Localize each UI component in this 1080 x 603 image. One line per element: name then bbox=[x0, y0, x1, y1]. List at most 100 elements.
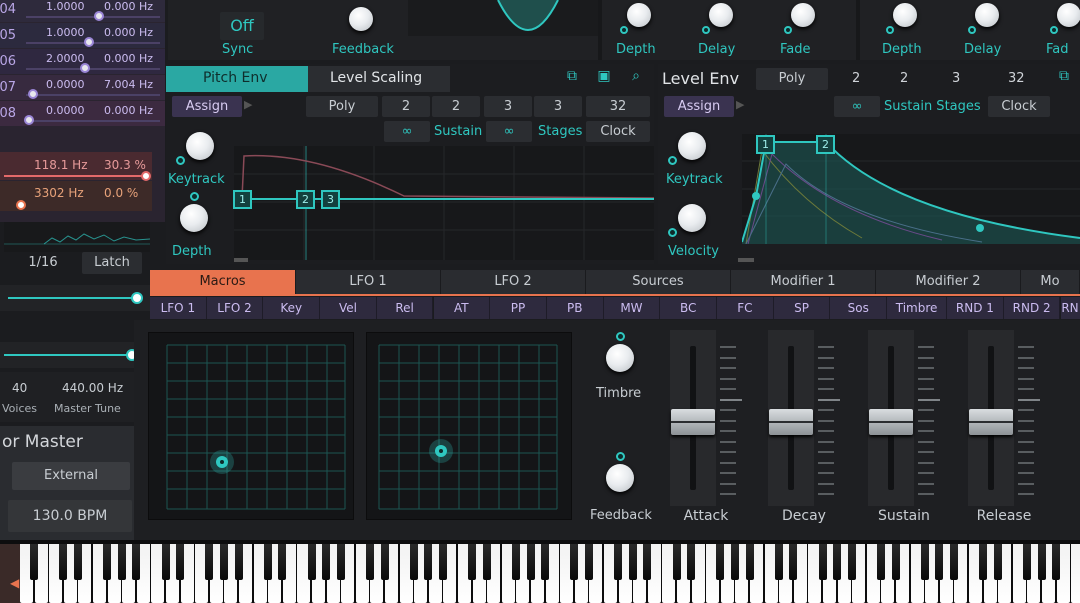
filter-1-slider-handle[interactable] bbox=[141, 171, 151, 181]
piano-black-key[interactable] bbox=[614, 544, 623, 580]
knobs_b-depth-knob-0[interactable] bbox=[886, 0, 922, 34]
piano-black-key[interactable] bbox=[365, 544, 374, 580]
mod-source-11[interactable]: SP bbox=[773, 297, 831, 319]
pitch-assign-button[interactable]: Assign bbox=[172, 96, 242, 117]
mod-source-6[interactable]: PP bbox=[490, 297, 547, 319]
piano-black-key[interactable] bbox=[205, 544, 214, 580]
mod-source-13[interactable]: Timbre bbox=[887, 297, 948, 319]
xy-pad-2[interactable] bbox=[366, 332, 572, 520]
mod-source-9[interactable]: BC bbox=[660, 297, 717, 319]
arp-slider-2[interactable] bbox=[0, 342, 150, 368]
fader-attack-handle[interactable] bbox=[671, 408, 715, 435]
piano-black-key[interactable] bbox=[1022, 544, 1031, 580]
fader-decay-handle[interactable] bbox=[769, 408, 813, 435]
pitch-zoom-icon[interactable]: ⌕ bbox=[624, 68, 648, 90]
piano-black-key[interactable] bbox=[278, 544, 287, 580]
clock-source-button[interactable]: External bbox=[12, 462, 130, 490]
partial-slider-handle[interactable] bbox=[28, 89, 38, 99]
macro-timbre-knob[interactable] bbox=[600, 332, 640, 378]
level-num-4[interactable]: 32 bbox=[1008, 71, 1025, 86]
mod-source-8[interactable]: MW bbox=[603, 297, 661, 319]
piano-black-key[interactable] bbox=[628, 544, 637, 580]
pitch-paste-icon[interactable]: ▣ bbox=[592, 68, 616, 90]
piano-black-key[interactable] bbox=[409, 544, 418, 580]
piano-black-key[interactable] bbox=[307, 544, 316, 580]
mod-tab-6[interactable]: Mo bbox=[1021, 270, 1080, 294]
filter-row-2[interactable]: 3302 Hz 0.0 % bbox=[0, 181, 152, 211]
arp-slider-1-handle[interactable] bbox=[131, 292, 143, 304]
knobs_b-delay-knob-1[interactable] bbox=[968, 0, 1004, 34]
mod-tab-3[interactable]: Sources bbox=[586, 270, 731, 294]
piano-black-key[interactable] bbox=[380, 544, 389, 580]
level-node-2[interactable]: 2 bbox=[816, 135, 835, 154]
piano-black-key[interactable] bbox=[949, 544, 958, 580]
pitch-depth-knob[interactable] bbox=[174, 192, 214, 238]
piano-black-key[interactable] bbox=[833, 544, 842, 580]
pitch-num-3[interactable]: 3 bbox=[484, 96, 532, 117]
piano-black-key[interactable] bbox=[73, 544, 82, 580]
filter-row-1[interactable]: 118.1 Hz 30.3 % bbox=[0, 152, 152, 181]
fader-release-handle[interactable] bbox=[969, 408, 1013, 435]
mod-tab-2[interactable]: LFO 2 bbox=[441, 270, 586, 294]
mod-tab-0[interactable]: Macros bbox=[150, 270, 296, 294]
level-copy-icon[interactable]: ⧉ bbox=[1052, 68, 1076, 90]
piano-black-key[interactable] bbox=[730, 544, 739, 580]
level-graph-scroll[interactable] bbox=[738, 258, 754, 262]
partial-row[interactable]: 07 0.0000 7.004 Hz bbox=[0, 75, 165, 100]
knobs_a-depth-knob-0[interactable] bbox=[620, 0, 656, 34]
piano-black-key[interactable] bbox=[176, 544, 185, 580]
piano-black-key[interactable] bbox=[482, 544, 491, 580]
mod-source-0[interactable]: LFO 1 bbox=[150, 297, 207, 319]
mod-tab-5[interactable]: Modifier 2 bbox=[876, 270, 1021, 294]
partial-freq[interactable]: 0.000 Hz bbox=[104, 0, 153, 13]
piano-black-key[interactable] bbox=[920, 544, 929, 580]
mod-source-2[interactable]: Key bbox=[263, 297, 321, 319]
piano-black-key[interactable] bbox=[117, 544, 126, 580]
feedback-knob-top[interactable] bbox=[344, 2, 378, 36]
piano-black-key[interactable] bbox=[716, 544, 725, 580]
pitch-node-3[interactable]: 3 bbox=[321, 190, 340, 209]
piano-black-key[interactable] bbox=[745, 544, 754, 580]
mod-source-3[interactable]: Vel bbox=[320, 297, 377, 319]
voices-value[interactable]: 40 bbox=[12, 381, 27, 395]
pitch-stages-loop-icon[interactable]: ∞ bbox=[486, 121, 532, 142]
partial-ratio[interactable]: 0.0000 bbox=[46, 104, 85, 117]
piano-black-key[interactable] bbox=[789, 544, 798, 580]
partial-ratio[interactable]: 2.0000 bbox=[46, 52, 85, 65]
knobs_b-fad-knob-2[interactable] bbox=[1050, 0, 1080, 34]
partial-ratio[interactable]: 1.0000 bbox=[46, 0, 85, 13]
piano-black-key[interactable] bbox=[1037, 544, 1046, 580]
pitch-num-5[interactable]: 32 bbox=[586, 96, 650, 117]
piano-black-key[interactable] bbox=[541, 544, 550, 580]
level-num-2[interactable]: 2 bbox=[900, 71, 908, 86]
piano-black-key[interactable] bbox=[336, 544, 345, 580]
piano-black-key[interactable] bbox=[103, 544, 112, 580]
piano-black-key[interactable] bbox=[234, 544, 243, 580]
knobs_a-delay-knob-1[interactable] bbox=[702, 0, 738, 34]
keyboard-octave-indicator[interactable] bbox=[0, 544, 20, 603]
mod-source-4[interactable]: Rel bbox=[376, 297, 434, 319]
piano-black-key[interactable] bbox=[59, 544, 68, 580]
clock-bpm-field[interactable]: 130.0 BPM bbox=[8, 500, 132, 532]
level-num-3[interactable]: 3 bbox=[952, 71, 960, 86]
level-clock-button[interactable]: Clock bbox=[988, 96, 1050, 117]
macro-feedback-knob[interactable] bbox=[600, 452, 640, 498]
pitch-node-2[interactable]: 2 bbox=[296, 190, 315, 209]
mod-tab-4[interactable]: Modifier 1 bbox=[731, 270, 876, 294]
fader-sustain-handle[interactable] bbox=[869, 408, 913, 435]
piano-black-key[interactable] bbox=[30, 544, 39, 580]
piano-keyboard[interactable]: ◀ bbox=[0, 540, 1080, 603]
piano-black-key[interactable] bbox=[672, 544, 681, 580]
piano-black-key[interactable] bbox=[1052, 544, 1061, 580]
piano-black-key[interactable] bbox=[584, 544, 593, 580]
mod-source-5[interactable]: AT bbox=[433, 297, 491, 319]
piano-black-key[interactable] bbox=[322, 544, 331, 580]
level-num-1[interactable]: 2 bbox=[852, 71, 860, 86]
mod-tab-1[interactable]: LFO 1 bbox=[296, 270, 441, 294]
knobs_a-fade-knob-2[interactable] bbox=[784, 0, 820, 34]
level-node-1[interactable]: 1 bbox=[756, 135, 775, 154]
piano-black-key[interactable] bbox=[468, 544, 477, 580]
partial-ratio[interactable]: 1.0000 bbox=[46, 26, 85, 39]
partial-slider-handle[interactable] bbox=[80, 63, 90, 73]
level-loop-icon[interactable]: ∞ bbox=[834, 96, 880, 117]
